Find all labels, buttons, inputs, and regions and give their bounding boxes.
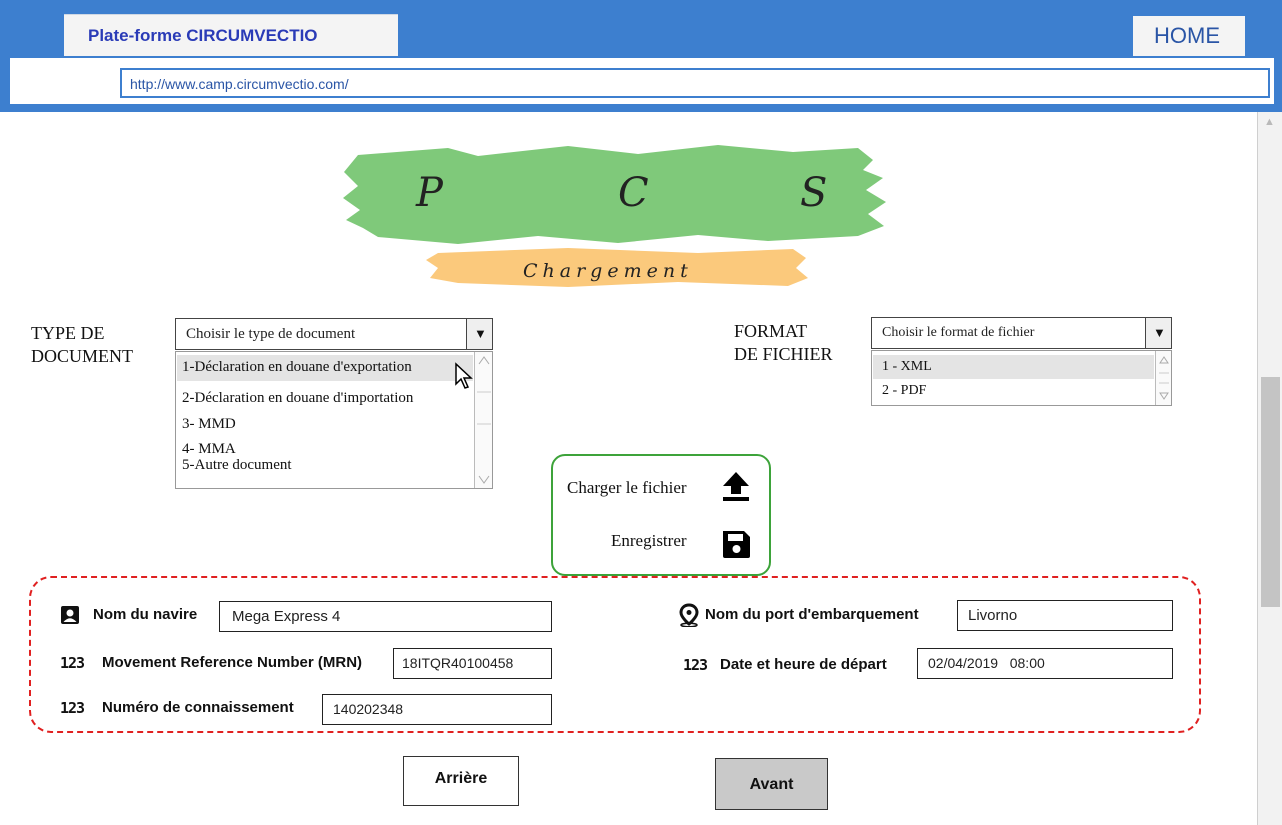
browser-chrome: Plate-forme CIRCUMVECTIO HOME http://www… xyxy=(0,0,1282,112)
type-document-select[interactable]: Choisir le type de document ▼ xyxy=(175,318,493,350)
list-scroll-arrows-icon xyxy=(477,356,491,484)
port-value: Livorno xyxy=(968,607,1018,624)
format-fichier-option-2[interactable]: 2 - PDF xyxy=(882,383,926,399)
type-document-list-scrollbar[interactable] xyxy=(474,352,492,488)
format-fichier-listbox[interactable]: 1 - XML 2 - PDF xyxy=(871,350,1172,406)
floppy-disk-icon xyxy=(723,531,750,558)
type-document-placeholder: Choisir le type de document xyxy=(186,326,356,342)
type-document-option-3[interactable]: 3- MMD xyxy=(182,416,236,433)
numeric-123-icon: 123 xyxy=(683,656,708,674)
nom-navire-value: Mega Express 4 xyxy=(232,608,341,625)
file-actions-panel: Charger le fichier Enregistrer xyxy=(551,454,771,576)
format-fichier-select[interactable]: Choisir le format de fichier ▼ xyxy=(871,317,1172,349)
next-button[interactable]: Avant xyxy=(715,758,828,810)
format-fichier-placeholder: Choisir le format de fichier xyxy=(882,325,1035,340)
date-label: Date et heure de départ xyxy=(720,656,887,673)
next-button-label: Avant xyxy=(749,776,794,793)
browser-toolbar: http://www.camp.circumvectio.com/ xyxy=(8,56,1276,106)
back-button-label: Arrière xyxy=(434,770,488,787)
nom-navire-label: Nom du navire xyxy=(93,606,198,623)
type-document-label-line2: DOCUMENT xyxy=(31,346,133,366)
back-button[interactable]: Arrière xyxy=(403,756,519,806)
url-text: http://www.camp.circumvectio.com/ xyxy=(130,76,349,92)
numeric-123-icon: 123 xyxy=(60,654,85,672)
port-label: Nom du port d'embarquement xyxy=(705,606,919,623)
home-tab-label: HOME xyxy=(1154,23,1220,48)
home-tab[interactable]: HOME xyxy=(1133,16,1245,56)
format-fichier-label-line1: FORMAT xyxy=(734,321,808,341)
pcs-logo: P C S Chargement xyxy=(338,140,918,295)
type-document-option-5[interactable]: 5-Autre document xyxy=(182,457,292,474)
contact-card-icon xyxy=(61,606,79,624)
type-document-label-line1: TYPE DE xyxy=(31,323,105,343)
connaissement-value: 140202348 xyxy=(333,701,404,717)
connaissement-input[interactable]: 140202348 xyxy=(322,694,552,725)
mrn-label: Movement Reference Number (MRN) xyxy=(102,654,363,671)
list-scroll-arrows-icon xyxy=(1159,356,1169,400)
connaissement-label: Numéro de connaissement xyxy=(102,699,294,716)
url-bar[interactable]: http://www.camp.circumvectio.com/ xyxy=(120,68,1270,98)
date-value: 02/04/2019 08:00 xyxy=(928,655,1045,671)
date-input[interactable]: 02/04/2019 08:00 xyxy=(917,648,1173,679)
browser-tab[interactable]: Plate-forme CIRCUMVECTIO xyxy=(64,14,398,56)
page-scrollbar[interactable]: ▲ xyxy=(1257,112,1282,825)
format-fichier-list-scrollbar[interactable] xyxy=(1155,351,1171,405)
upload-file-button[interactable]: Charger le fichier xyxy=(565,470,760,506)
logo-subtitle: Chargement xyxy=(523,260,693,282)
type-document-label: TYPE DE DOCUMENT xyxy=(31,322,133,368)
mouse-cursor-icon xyxy=(455,362,473,389)
type-document-option-4[interactable]: 4- MMA xyxy=(182,441,236,458)
format-fichier-dropdown-button[interactable]: ▼ xyxy=(1145,318,1171,348)
format-fichier-option-1[interactable]: 1 - XML xyxy=(882,359,932,375)
format-fichier-label-line2: DE FICHIER xyxy=(734,344,833,364)
logo-letter-p: P xyxy=(416,170,443,216)
type-document-dropdown-button[interactable]: ▼ xyxy=(466,319,492,349)
upload-file-label: Charger le fichier xyxy=(567,478,687,497)
type-document-listbox[interactable]: 1-Déclaration en douane d'exportation 2-… xyxy=(175,351,493,489)
nom-navire-input[interactable]: Mega Express 4 xyxy=(219,601,552,632)
logo-letter-s: S xyxy=(800,170,828,216)
mrn-value: 18ITQR40100458 xyxy=(402,655,514,671)
chevron-down-icon: ▼ xyxy=(474,326,487,341)
location-pin-icon xyxy=(679,603,699,627)
mrn-input[interactable]: 18ITQR40100458 xyxy=(393,648,552,679)
chevron-down-icon: ▼ xyxy=(1153,325,1166,340)
save-label: Enregistrer xyxy=(611,531,687,550)
scroll-up-arrow-icon[interactable]: ▲ xyxy=(1264,116,1275,128)
upload-icon xyxy=(723,472,749,501)
logo-letter-c: C xyxy=(618,170,649,216)
port-input[interactable]: Livorno xyxy=(957,600,1173,631)
format-fichier-label: FORMAT DE FICHIER xyxy=(734,320,833,366)
scroll-thumb[interactable] xyxy=(1261,377,1280,607)
browser-tab-title: Plate-forme CIRCUMVECTIO xyxy=(88,26,318,45)
numeric-123-icon: 123 xyxy=(60,699,85,717)
type-document-option-1[interactable]: 1-Déclaration en douane d'exportation xyxy=(182,359,412,376)
save-button[interactable]: Enregistrer xyxy=(565,524,760,564)
type-document-option-2[interactable]: 2-Déclaration en douane d'importation xyxy=(182,390,413,407)
